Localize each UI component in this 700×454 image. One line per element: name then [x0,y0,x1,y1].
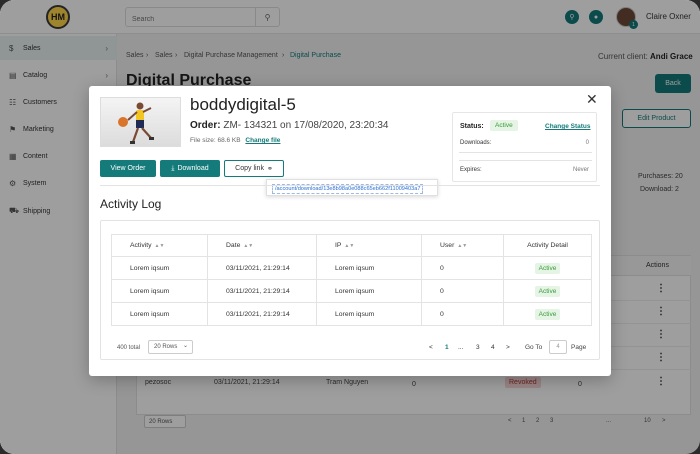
change-status-link[interactable]: Change Status [545,123,591,130]
close-icon[interactable]: ✕ [586,92,598,106]
page-label: Page [571,344,587,351]
product-title: boddydigital-5 [190,95,296,114]
product-thumbnail [100,97,181,147]
download-label: Download [177,165,209,172]
rows-per-page-select[interactable]: 20 Rows ⌄ [148,340,193,354]
total-count: 400 total [117,345,141,351]
column-header-date[interactable]: Date ▲▼ [207,234,317,257]
cell-ip: Lorem iqsum [316,279,422,303]
goto-label: Go To [525,344,543,351]
active-badge: Active [534,285,561,297]
cell-ip: Lorem iqsum [316,302,422,326]
copy-link-button[interactable]: Copy link ⚭ [224,160,284,177]
cell-user: 0 [421,279,504,303]
cell-date: 03/11/2021, 21:29:14 [207,279,317,303]
basketball-player-image [118,102,154,144]
column-label: User [440,242,455,249]
order-info: Order: ZM- 134321 on 17/08/2020, 23:20:3… [190,120,388,131]
column-label: Date [226,242,241,249]
pagination-prev[interactable]: < [429,344,433,351]
cell-date: 03/11/2021, 21:29:14 [207,256,317,280]
cell-user: 0 [421,302,504,326]
table-footer: 400 total 20 Rows ⌄ < 1 ... 3 4 > Go To … [101,338,601,358]
active-badge: Active [534,262,561,274]
file-size: File size: 68.6 KB [190,137,241,144]
table-header-row: Activity ▲▼ Date ▲▼ IP ▲▼ User ▲▼ Activity D… [111,234,592,257]
downloads-label: Downloads: [460,140,492,146]
pagination-page[interactable]: 4 [491,344,495,351]
pagination-page-current[interactable]: 1 [445,344,449,351]
chevron-down-icon: ⌄ [182,343,188,349]
column-label: IP [335,242,342,249]
sort-icon[interactable]: ▲▼ [243,243,253,249]
cell-date: 03/11/2021, 21:29:14 [207,302,317,326]
table-row: Lorem iqsum 03/11/2021, 21:29:14 Lorem i… [111,279,592,303]
divider [459,152,592,153]
column-header-user[interactable]: User ▲▼ [421,234,504,257]
activity-log-title: Activity Log [100,197,162,211]
downloads-value: 0 [585,140,589,146]
pagination-ellipsis: ... [458,344,464,351]
cell-detail: Active [503,302,592,326]
table-row: Lorem iqsum 03/11/2021, 21:29:14 Lorem i… [111,302,592,326]
activity-log-card: Activity ▲▼ Date ▲▼ IP ▲▼ User ▲▼ Activity D… [100,220,600,360]
cell-activity: Lorem iqsum [111,256,208,280]
column-label: Activity [130,242,152,249]
column-header-activity[interactable]: Activity ▲▼ [111,234,208,257]
active-badge: Active [534,308,561,320]
download-icon: ⤓ [171,164,175,172]
expires-label: Expires: [460,167,482,173]
column-header-ip[interactable]: IP ▲▼ [316,234,422,257]
pagination-page[interactable]: 3 [476,344,480,351]
rows-select-value: 20 Rows [154,344,178,350]
digital-purchase-modal: ✕ boddydigital-5 Order: ZM- 134321 on 17… [89,86,611,376]
app-window: HM ⚲ ⚲ ● 1 Claire Oxner $ Sales › ▤ Cata… [0,0,700,454]
sort-icon[interactable]: ▲▼ [457,243,467,249]
cell-detail: Active [503,279,592,303]
cell-activity: Lorem iqsum [111,302,208,326]
column-header-activity-detail: Activity Detail [503,234,592,257]
change-file-link[interactable]: Change file [245,137,280,144]
sort-icon[interactable]: ▲▼ [344,243,354,249]
file-info: File size: 68.6 KB Change file [190,137,280,144]
divider [100,185,600,186]
copy-link-label: Copy link [235,165,264,172]
copy-link-tooltip: /account/download/13e8b98a0e088c65eb662f… [266,179,438,196]
status-card: Status: Active Change Status Downloads: … [452,112,597,182]
cell-user: 0 [421,256,504,280]
download-button[interactable]: ⤓ Download [160,160,220,177]
goto-page-input[interactable]: 4 [549,340,567,354]
column-label: Activity Detail [527,242,568,249]
status-badge: Active [490,120,518,131]
cell-ip: Lorem iqsum [316,256,422,280]
cell-activity: Lorem iqsum [111,279,208,303]
activity-table: Activity ▲▼ Date ▲▼ IP ▲▼ User ▲▼ Activity D… [111,234,592,326]
pagination-next[interactable]: > [506,344,510,351]
cell-detail: Active [503,256,592,280]
status-label: Status: [460,123,484,130]
expires-value: Never [572,167,589,173]
table-row: Lorem iqsum 03/11/2021, 21:29:14 Lorem i… [111,256,592,280]
view-order-button[interactable]: View Order [100,160,156,177]
order-label: Order: [190,120,221,131]
order-value: ZM- 134321 on 17/08/2020, 23:20:34 [223,120,389,131]
link-icon: ⚭ [266,165,273,173]
sort-icon[interactable]: ▲▼ [155,243,165,249]
divider [459,160,592,161]
